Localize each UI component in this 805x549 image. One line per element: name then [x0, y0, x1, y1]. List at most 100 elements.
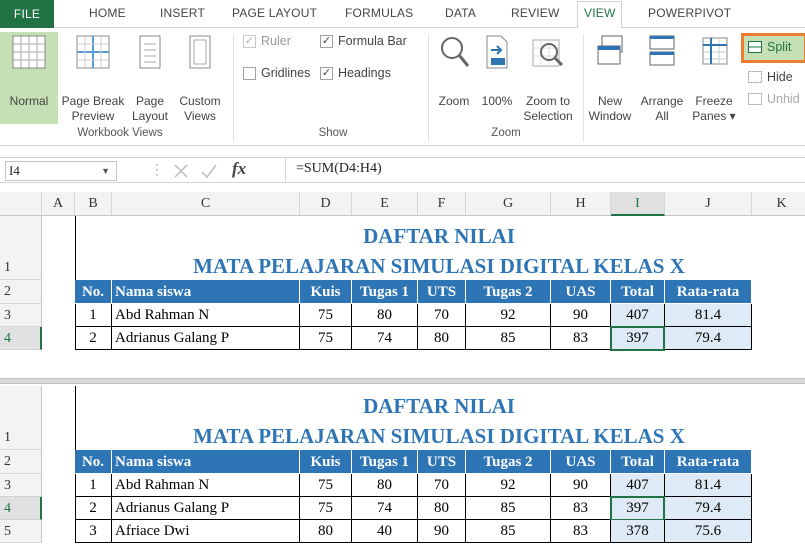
headings-checkbox[interactable]: ✓ Headings — [320, 66, 391, 80]
table-cell[interactable]: 81.4 — [665, 474, 752, 497]
column-header-i[interactable]: I — [611, 192, 665, 216]
name-box-value: I4 — [9, 163, 20, 178]
column-header-j[interactable]: J — [665, 192, 752, 216]
table-cell[interactable]: 85 — [466, 497, 551, 520]
table-cell[interactable]: Adrianus Galang P — [112, 327, 300, 350]
column-header-d[interactable]: D — [300, 192, 352, 216]
insert-function-icon[interactable]: fx — [232, 159, 246, 179]
formula-bar-checkbox[interactable]: ✓ Formula Bar — [320, 34, 407, 48]
table-cell[interactable]: 75 — [300, 497, 352, 520]
split-button[interactable]: Split — [748, 40, 791, 54]
column-header-b[interactable]: B — [75, 192, 112, 216]
table-cell[interactable]: 83 — [551, 327, 611, 350]
table-cell[interactable]: Afriace Dwi — [112, 520, 300, 543]
hide-button[interactable]: Hide — [748, 70, 793, 84]
row-header[interactable]: 5 — [0, 520, 42, 543]
table-cell[interactable]: 80 — [352, 304, 418, 327]
table-cell[interactable]: 2 — [75, 497, 112, 520]
select-all-corner[interactable] — [0, 192, 42, 216]
formula-input[interactable]: =SUM(D4:H4) — [296, 161, 382, 177]
tab-home[interactable]: HOME — [89, 6, 126, 20]
cancel-icon[interactable] — [172, 162, 190, 180]
table-cell[interactable]: 81.4 — [665, 304, 752, 327]
column-header-h[interactable]: H — [551, 192, 611, 216]
table-cell[interactable]: 70 — [418, 474, 466, 497]
table-cell[interactable]: 79.4 — [665, 497, 752, 520]
table-cell[interactable]: 75 — [300, 327, 352, 350]
arrange-all-button[interactable]: Arrange All — [636, 32, 688, 124]
zoom-button[interactable]: Zoom — [432, 32, 476, 124]
column-header-e[interactable]: E — [352, 192, 418, 216]
table-cell[interactable]: 1 — [75, 474, 112, 497]
table-cell[interactable]: 75 — [300, 474, 352, 497]
table-cell[interactable]: 92 — [466, 474, 551, 497]
table-cell[interactable]: 74 — [352, 327, 418, 350]
row-header[interactable]: 4 — [0, 497, 42, 520]
column-header-g[interactable]: G — [466, 192, 551, 216]
table-cell[interactable]: 70 — [418, 304, 466, 327]
table-cell[interactable]: 75.6 — [665, 520, 752, 543]
table-cell[interactable]: 83 — [551, 520, 611, 543]
table-header-cell: No. — [75, 450, 112, 474]
table-cell[interactable]: 407 — [611, 304, 665, 327]
tab-file[interactable]: FILE — [0, 0, 54, 28]
column-header-a[interactable]: A — [42, 192, 75, 216]
enter-icon[interactable] — [200, 162, 218, 180]
gridlines-checkbox[interactable]: Gridlines — [243, 66, 310, 80]
row-header[interactable]: 2 — [0, 280, 42, 304]
table-cell[interactable]: 79.4 — [665, 327, 752, 350]
name-box[interactable]: I4 ▼ — [5, 161, 117, 181]
table-cell[interactable]: Adrianus Galang P — [112, 497, 300, 520]
table-cell[interactable]: 83 — [551, 497, 611, 520]
normal-view-button[interactable]: Normal — [0, 32, 58, 124]
row-header[interactable]: 3 — [0, 304, 42, 327]
column-header-c[interactable]: C — [112, 192, 300, 216]
zoom-to-selection-button[interactable]: Zoom to Selection — [518, 32, 578, 124]
chevron-down-icon[interactable]: ▼ — [101, 162, 110, 180]
row-header[interactable]: 4 — [0, 327, 42, 350]
table-cell[interactable]: 80 — [418, 327, 466, 350]
tab-review[interactable]: REVIEW — [511, 6, 560, 20]
tab-data[interactable]: DATA — [445, 6, 476, 20]
table-cell[interactable]: 90 — [551, 474, 611, 497]
table-cell[interactable]: Abd Rahman N — [112, 304, 300, 327]
tab-formulas[interactable]: FORMULAS — [345, 6, 413, 20]
split-divider[interactable] — [0, 378, 805, 384]
table-cell[interactable]: 2 — [75, 327, 112, 350]
table-cell[interactable]: 80 — [300, 520, 352, 543]
tab-view[interactable]: VIEW — [577, 1, 623, 29]
table-cell[interactable]: 85 — [466, 520, 551, 543]
page-break-preview-button[interactable]: Page Break Preview — [60, 32, 126, 124]
table-cell[interactable]: 3 — [75, 520, 112, 543]
table-cell[interactable]: 92 — [466, 304, 551, 327]
tab-powerpivot[interactable]: POWERPIVOT — [648, 6, 731, 20]
freeze-panes-button[interactable]: Freeze Panes ▾ — [689, 32, 739, 124]
ruler-checkbox[interactable]: ✓ Ruler — [243, 34, 291, 48]
custom-views-button[interactable]: Custom Views — [173, 32, 227, 124]
column-header-k[interactable]: K — [752, 192, 805, 216]
table-cell[interactable]: 74 — [352, 497, 418, 520]
table-cell[interactable]: 1 — [75, 304, 112, 327]
table-cell[interactable]: 80 — [418, 497, 466, 520]
table-cell[interactable]: 80 — [352, 474, 418, 497]
table-cell[interactable]: 75 — [300, 304, 352, 327]
table-cell[interactable]: 90 — [551, 304, 611, 327]
table-cell[interactable]: 40 — [352, 520, 418, 543]
row-header[interactable]: 3 — [0, 474, 42, 497]
row-header[interactable]: 2 — [0, 450, 42, 474]
column-header-f[interactable]: F — [418, 192, 466, 216]
tab-insert[interactable]: INSERT — [160, 6, 205, 20]
table-cell[interactable]: 90 — [418, 520, 466, 543]
page-layout-button[interactable]: Page Layout — [128, 32, 172, 124]
table-cell[interactable]: 407 — [611, 474, 665, 497]
table-cell[interactable]: Abd Rahman N — [112, 474, 300, 497]
table-cell[interactable]: 378 — [611, 520, 665, 543]
tab-page-layout[interactable]: PAGE LAYOUT — [232, 6, 317, 20]
zoom-100-button[interactable]: 100% — [478, 32, 516, 124]
new-window-button[interactable]: New Window — [586, 32, 634, 124]
row-header[interactable]: 1 — [0, 216, 42, 280]
table-cell[interactable]: 85 — [466, 327, 551, 350]
unhide-button[interactable]: Unhid — [748, 92, 800, 106]
row-header[interactable]: 1 — [0, 386, 42, 450]
page-break-line2: Preview — [71, 109, 115, 123]
